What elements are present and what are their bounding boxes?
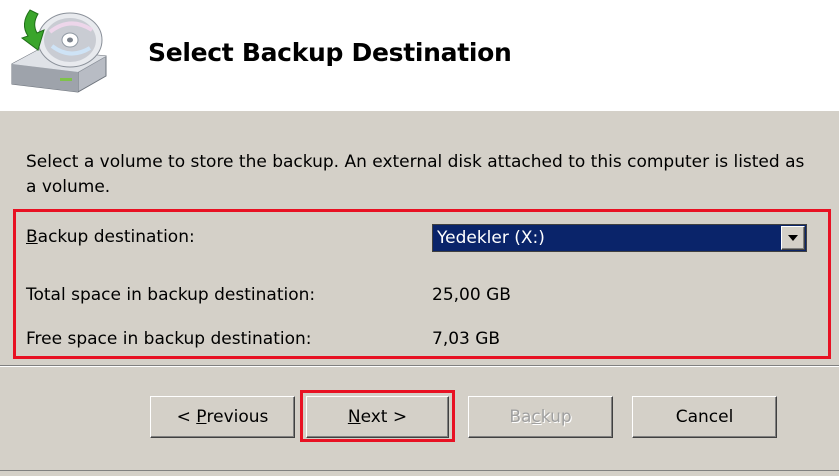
backup-button-prefix: Ba (509, 407, 532, 427)
backup-destination-select[interactable]: Yedekler (X:) (432, 224, 807, 252)
previous-button-mnemonic: P (196, 407, 207, 427)
backup-destination-value: Yedekler (X:) (437, 228, 545, 248)
backup-disk-icon (8, 6, 116, 96)
free-space-label: Free space in backup destination: (26, 329, 312, 349)
backup-destination-label-text: ackup destination: (37, 227, 195, 247)
total-space-label: Total space in backup destination: (26, 285, 316, 305)
dropdown-button[interactable] (781, 226, 805, 250)
next-button[interactable]: Next > (306, 396, 449, 438)
backup-button[interactable]: Ba c kup (468, 396, 613, 438)
page-title: Select Backup Destination (148, 38, 512, 67)
total-space-value: 25,00 GB (432, 285, 511, 305)
description-text: Select a volume to store the backup. An … (26, 152, 805, 197)
backup-destination-mnemonic: B (26, 227, 38, 247)
backup-button-mnemonic: c (531, 407, 541, 427)
cancel-button[interactable]: Cancel (632, 396, 777, 438)
dialog-bottom-edge (0, 470, 839, 476)
previous-button-label: revious (206, 407, 269, 427)
next-button-mnemonic: N (347, 407, 361, 427)
chevron-down-icon (788, 235, 798, 241)
footer-separator (0, 365, 839, 367)
previous-button-prefix: < (176, 407, 197, 427)
backup-destination-label: Backup destination: (26, 227, 195, 247)
wizard-header: Select Backup Destination (0, 0, 839, 111)
backup-button-label: kup (540, 407, 572, 427)
previous-button[interactable]: < Previous (150, 396, 295, 438)
free-space-value: 7,03 GB (432, 329, 501, 349)
next-button-label: ext > (360, 407, 408, 427)
